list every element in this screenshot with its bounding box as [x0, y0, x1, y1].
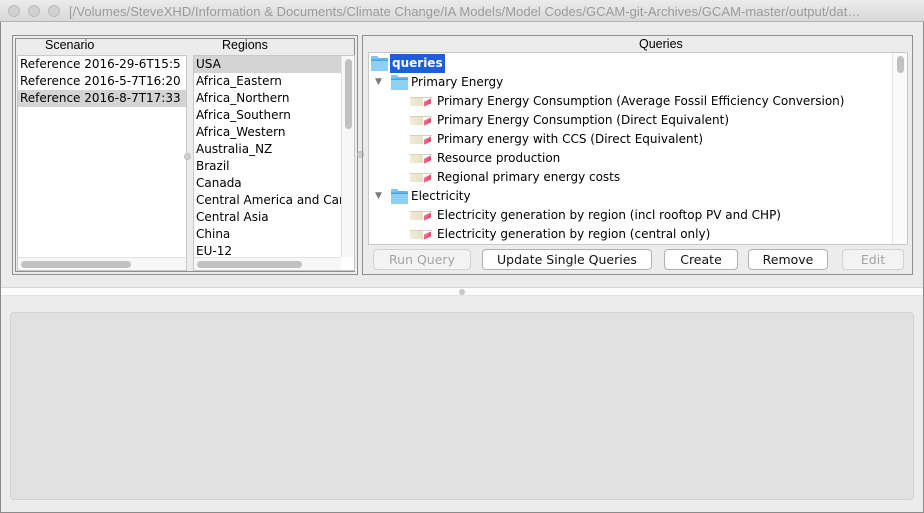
query-icon [410, 135, 432, 144]
tree-item-label: Electricity generation by region (centra… [437, 227, 711, 241]
queries-vscrollbar[interactable] [892, 53, 907, 244]
regions-vscroll-thumb[interactable] [345, 59, 352, 129]
disclosure-triangle-icon[interactable]: ▼ [375, 187, 385, 206]
tree-query-item[interactable]: Electricity generation by region (incl r… [369, 206, 889, 225]
window-title: [/Volumes/SteveXHD/Information & Documen… [69, 4, 861, 19]
scenario-region-divider-handle[interactable] [184, 153, 191, 160]
tree-item-label: Primary energy with CCS (Direct Equivale… [437, 132, 704, 146]
query-icon [410, 230, 432, 239]
scenario-hscrollbar[interactable] [18, 257, 186, 270]
run-query-button[interactable]: Run Query [373, 249, 471, 270]
region-list-item[interactable]: Africa_Eastern [194, 73, 341, 90]
region-list-item[interactable]: Central America and Car [194, 192, 341, 209]
scenario-list-item[interactable]: Reference 2016-5-7T16:20 [18, 73, 186, 90]
create-button[interactable]: Create [664, 249, 738, 270]
edit-button[interactable]: Edit [842, 249, 904, 270]
region-list-item[interactable]: Brazil [194, 158, 341, 175]
scenario-region-panel: Scenario Reference 2016-29-6T15:5 Referen… [12, 35, 358, 275]
scenario-list[interactable]: Reference 2016-29-6T15:5 Reference 2016-5… [17, 55, 187, 271]
region-list-item[interactable]: Canada [194, 175, 341, 192]
region-list-item[interactable]: Africa_Western [194, 124, 341, 141]
tree-group[interactable]: ▼ Electricity [369, 187, 889, 206]
tree-query-item[interactable]: Primary Energy Consumption (Direct Equiv… [369, 111, 889, 130]
update-single-queries-button[interactable]: Update Single Queries [482, 249, 652, 270]
tree-item-label: Electricity [411, 189, 471, 203]
region-list-item[interactable]: Australia_NZ [194, 141, 341, 158]
split-handle[interactable] [459, 289, 465, 295]
results-panel [10, 312, 914, 500]
folder-icon [391, 75, 408, 90]
query-icon [410, 97, 432, 106]
region-list-item[interactable]: Central Asia [194, 209, 341, 226]
query-icon [410, 154, 432, 163]
tree-item-label: Primary Energy Consumption (Direct Equiv… [437, 113, 730, 127]
disclosure-triangle-icon[interactable]: ▼ [375, 73, 385, 92]
minimize-window-button[interactable] [28, 5, 40, 17]
regions-hscroll-thumb[interactable] [197, 261, 302, 268]
region-list-item[interactable]: USA [194, 56, 341, 73]
query-icon [410, 173, 432, 182]
tree-item-label: Electricity generation by region (incl r… [437, 208, 781, 222]
scenario-list-item[interactable]: Reference 2016-29-6T15:5 [18, 56, 186, 73]
tree-query-item[interactable]: Primary Energy Consumption (Average Foss… [369, 92, 889, 111]
tree-query-item[interactable]: Electricity generation by region (centra… [369, 225, 889, 244]
queries-vscroll-thumb[interactable] [897, 56, 904, 73]
tree-query-item[interactable]: Resource production [369, 149, 889, 168]
tree-item-label: Resource production [437, 151, 561, 165]
folder-icon [371, 56, 388, 71]
queries-tree[interactable]: queries ▼ Primary Energy Primary Energy Con… [368, 52, 908, 245]
query-icon [410, 116, 432, 125]
tree-group[interactable]: ▼ Primary Energy [369, 73, 889, 92]
close-window-button[interactable] [8, 5, 20, 17]
queries-header: Queries [639, 37, 683, 51]
tree-item-label: queries [390, 54, 445, 73]
region-list-item[interactable]: China [194, 226, 341, 243]
horizontal-split-bar[interactable] [1, 287, 923, 296]
regions-list[interactable]: USA Africa_Eastern Africa_Northern Africa_S… [193, 55, 355, 271]
scenario-hscroll-thumb[interactable] [21, 261, 131, 268]
region-list-item[interactable]: Africa_Northern [194, 90, 341, 107]
regions-hscrollbar[interactable] [194, 257, 341, 270]
tree-item-label: Regional primary energy costs [437, 170, 621, 184]
window-titlebar: [/Volumes/SteveXHD/Information & Documen… [0, 0, 924, 22]
remove-button[interactable]: Remove [748, 249, 828, 270]
tree-item-label: Primary Energy [411, 75, 504, 89]
queries-panel: Queries queries ▼ Primary Energy Primary En… [362, 35, 913, 275]
folder-icon [391, 189, 408, 204]
tree-query-item[interactable]: Regional primary energy costs [369, 168, 889, 187]
tree-root-queries[interactable]: queries [369, 54, 889, 73]
regions-vscrollbar[interactable] [341, 56, 354, 257]
zoom-window-button[interactable] [48, 5, 60, 17]
tree-query-item[interactable]: Primary energy with CCS (Direct Equivale… [369, 130, 889, 149]
scenario-header: Scenario [45, 38, 95, 52]
query-icon [410, 211, 432, 220]
tree-item-label: Primary Energy Consumption (Average Foss… [437, 94, 845, 108]
scenario-list-item[interactable]: Reference 2016-8-7T17:33 [18, 90, 186, 107]
regions-header: Regions [222, 38, 268, 52]
region-list-item[interactable]: Africa_Southern [194, 107, 341, 124]
